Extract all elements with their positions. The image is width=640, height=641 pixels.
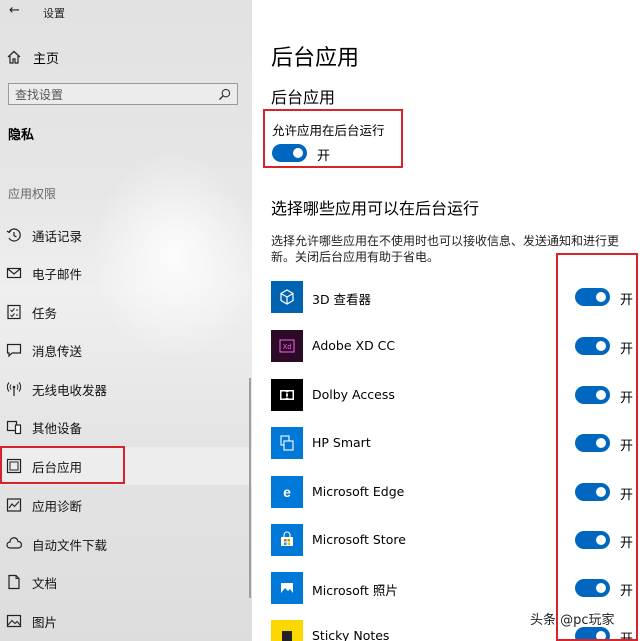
app-diagnostics-icon <box>6 498 22 512</box>
sidebar-item-label: 任务 <box>32 305 58 321</box>
sidebar: ← 设置 主页 查找设置 隐私 应用权限 通话记录 电子邮件 任务 消息传送 无… <box>0 0 252 641</box>
sidebar-item-messaging[interactable]: 消息传送 <box>0 331 252 369</box>
app-name: Microsoft Store <box>312 532 406 547</box>
allow-background-toggle[interactable] <box>272 144 307 162</box>
sidebar-item-label: 通话记录 <box>32 228 83 244</box>
home-icon <box>7 50 21 64</box>
sidebar-scrollbar[interactable] <box>249 378 251 598</box>
dolby-icon <box>271 379 303 411</box>
sidebar-item-pictures[interactable]: 图片 <box>0 602 252 640</box>
sidebar-item-label: 文档 <box>32 575 58 591</box>
sidebar-item-label: 无线电收发器 <box>32 382 108 398</box>
home-label: 主页 <box>33 51 60 67</box>
search-icon[interactable] <box>218 88 231 101</box>
other-devices-icon <box>6 420 22 435</box>
sidebar-item-automatic-file-downloads[interactable]: 自动文件下载 <box>0 525 252 563</box>
edge-icon: e <box>271 476 303 508</box>
main-panel: 后台应用 后台应用 允许应用在后台运行 开 选择哪些应用可以在后台运行 选择允许… <box>252 0 640 641</box>
group-title: 应用权限 <box>8 187 57 201</box>
page-title: 后台应用 <box>271 46 360 71</box>
sidebar-item-radios[interactable]: 无线电收发器 <box>0 370 252 408</box>
highlight-box-app-toggles <box>556 253 638 641</box>
photos-icon <box>271 572 303 604</box>
call-history-icon <box>6 228 21 242</box>
app-name: Adobe XD CC <box>312 338 396 353</box>
home-link[interactable]: 主页 <box>6 47 59 67</box>
sidebar-item-label: 其他设备 <box>32 420 83 436</box>
sidebar-item-mail[interactable]: 电子邮件 <box>0 254 252 292</box>
app-name: Microsoft 照片 <box>312 583 398 598</box>
sidebar-item-label: 消息传送 <box>32 343 83 359</box>
pictures-icon <box>6 614 22 628</box>
app-title: 设置 <box>43 7 65 20</box>
sidebar-item-label: 电子邮件 <box>32 266 83 282</box>
adobe-xd-icon: Xd <box>271 330 303 362</box>
watermark: 头条 @pc玩家 <box>530 613 615 628</box>
cloud-download-icon <box>6 537 22 549</box>
tasks-icon <box>7 304 21 320</box>
search-input[interactable]: 查找设置 <box>15 86 218 103</box>
mail-icon <box>6 267 22 279</box>
messaging-icon <box>6 343 22 358</box>
sidebar-item-documents[interactable]: 文档 <box>0 563 252 601</box>
hp-smart-icon <box>271 427 303 459</box>
svg-text:e: e <box>283 484 291 500</box>
back-arrow-icon[interactable]: ← <box>9 3 20 18</box>
sidebar-item-label: 自动文件下载 <box>32 537 108 553</box>
app-name: HP Smart <box>312 435 371 450</box>
app-name: 3D 查看器 <box>312 292 372 307</box>
app-name: Microsoft Edge <box>312 484 405 499</box>
allow-background-label: 允许应用在后台运行 <box>272 123 385 138</box>
sidebar-item-label: 图片 <box>32 614 58 630</box>
documents-icon <box>8 574 20 590</box>
choose-apps-heading: 选择哪些应用可以在后台运行 <box>271 199 480 218</box>
svg-text:Xd: Xd <box>283 344 292 351</box>
sidebar-item-label: 应用诊断 <box>32 498 83 514</box>
sidebar-item-app-diagnostics[interactable]: 应用诊断 <box>0 486 252 524</box>
store-icon <box>271 524 303 556</box>
radios-icon <box>6 382 22 396</box>
section-heading: 后台应用 <box>271 88 336 107</box>
section-title: 隐私 <box>8 128 35 143</box>
app-name: Dolby Access <box>312 387 395 402</box>
search-box[interactable]: 查找设置 <box>8 83 238 105</box>
sidebar-item-call-history[interactable]: 通话记录 <box>0 216 252 254</box>
sidebar-item-tasks[interactable]: 任务 <box>0 293 252 331</box>
sticky-notes-icon <box>271 620 303 641</box>
app-name: Sticky Notes <box>312 628 390 641</box>
sidebar-item-other-devices[interactable]: 其他设备 <box>0 408 252 446</box>
highlight-box-sidebar <box>0 446 125 484</box>
allow-background-state: 开 <box>317 149 331 164</box>
3d-viewer-icon <box>271 281 303 313</box>
